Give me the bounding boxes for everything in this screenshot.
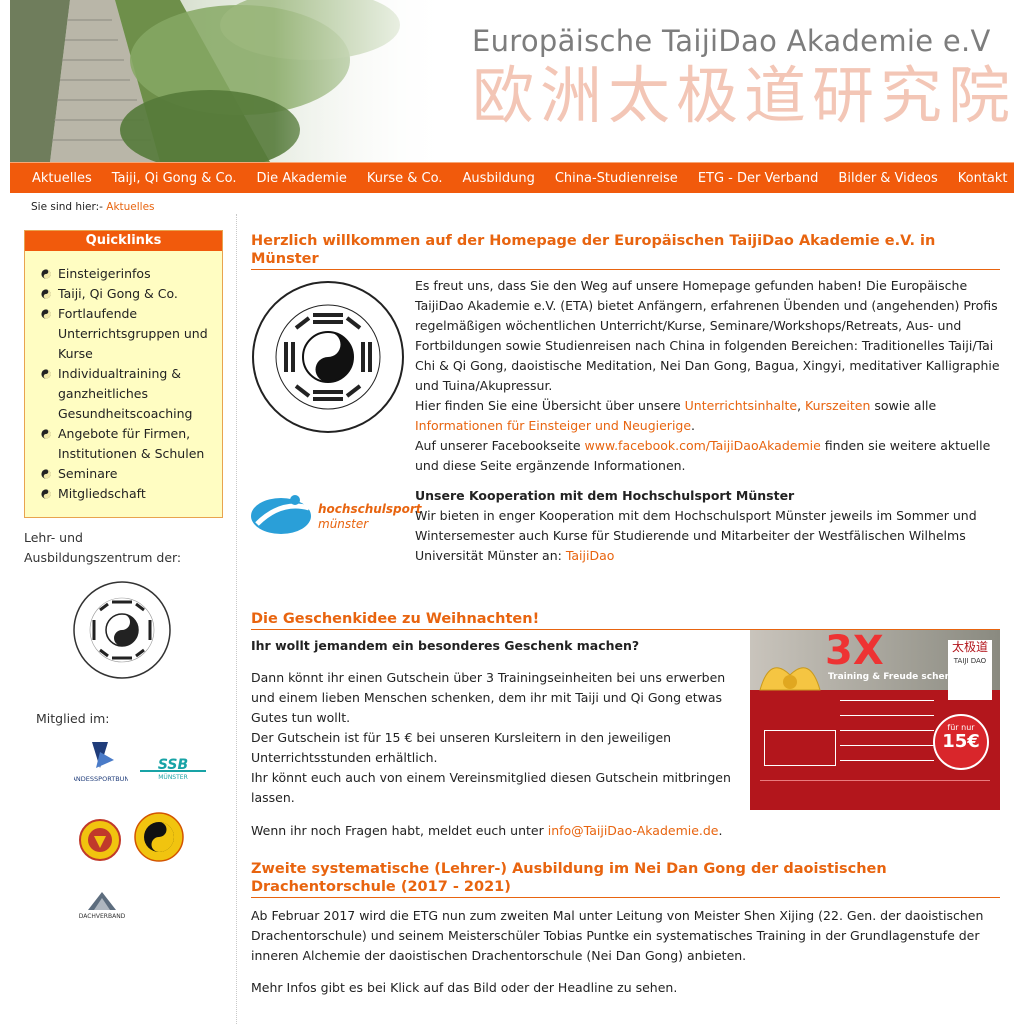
site-header: Europäische TaijiDao Akademie e.V 欧洲太极道研…	[10, 0, 1014, 162]
facebook-paragraph: Auf unserer Facebookseite www.facebook.c…	[415, 436, 1000, 476]
facebook-link[interactable]: www.facebook.com/TaijiDaoAkademie	[585, 438, 821, 453]
quicklink-label: Taiji, Qi Gong & Co.	[58, 286, 178, 301]
gift-paragraph: Dann könnt ihr einen Gutschein über 3 Tr…	[251, 670, 726, 725]
nav-item-etg-verband[interactable]: ETG - Der Verband	[688, 171, 829, 186]
quicklink-item[interactable]: Einsteigerinfos	[39, 264, 222, 284]
main-content: Herzlich willkommen auf der Homepage der…	[251, 232, 1000, 998]
hochschulsport-logo-text: hochschulsport	[318, 502, 422, 516]
intro-text: .	[691, 418, 696, 433]
yin-yang-bullet-icon	[41, 289, 51, 299]
intro-headline[interactable]: Herzlich willkommen auf der Homepage der…	[251, 232, 1000, 270]
voucher-brand: TAIJI DAO	[953, 657, 987, 665]
training-more-info: Mehr Infos gibt es bei Klick auf das Bil…	[251, 980, 678, 995]
hochschulsport-swoosh-icon	[251, 495, 311, 534]
nav-item-kurse[interactable]: Kurse & Co.	[357, 171, 453, 186]
taijidao-link[interactable]: TaijiDao	[566, 548, 615, 563]
yin-yang-bullet-icon	[41, 429, 51, 439]
nav-item-akademie[interactable]: Die Akademie	[246, 171, 356, 186]
dachverband-budotechniken-logo[interactable]: DACHVERBAND	[76, 890, 128, 926]
yin-yang-bullet-icon	[41, 269, 51, 279]
voucher-price-badge: für nur 15€	[933, 714, 989, 770]
voucher-image[interactable]: 3X 太极道 TAIJI DAO Training & Freude schen…	[750, 630, 1000, 810]
site-title: Europäische TaijiDao Akademie e.V	[472, 24, 991, 58]
center-label: Lehr- und Ausbildungszentrum der:	[24, 530, 182, 565]
nav-item-kontakt[interactable]: Kontakt	[948, 171, 1018, 186]
nav-item-bilder-videos[interactable]: Bilder & Videos	[828, 171, 947, 186]
quicklink-item[interactable]: Fortlaufende Unterrichtsgruppen und Kurs…	[39, 304, 222, 364]
coop-paragraph: Wir bieten in enger Kooperation mit dem …	[415, 506, 1000, 566]
breadcrumb-prefix: Sie sind hier:-	[31, 201, 103, 213]
quicklink-label: Einsteigerinfos	[58, 266, 151, 281]
coop-text: Wir bieten in enger Kooperation mit dem …	[415, 508, 977, 563]
stadtsportbund-muenster-logo[interactable]: SSB MÜNSTER	[138, 755, 208, 781]
quicklinks-title: Quicklinks	[25, 231, 222, 251]
kurszeiten-link[interactable]: Kurszeiten	[805, 398, 870, 413]
yin-yang-bullet-icon	[41, 309, 51, 319]
site-title-chinese: 欧洲太极道研究院	[472, 59, 1014, 132]
hochschulsport-logo[interactable]: hochschulsport münster	[251, 494, 422, 538]
intro-links-paragraph: Hier finden Sie eine Übersicht über unse…	[415, 396, 1000, 436]
yin-yang-bullet-icon	[41, 369, 51, 379]
quicklink-item[interactable]: Taiji, Qi Gong & Co.	[39, 284, 222, 304]
quicklink-item[interactable]: Mitgliedschaft	[39, 484, 222, 504]
breadcrumb: Sie sind hier:- Aktuelles	[31, 201, 155, 213]
intro-text: Hier finden Sie eine Übersicht über unse…	[415, 398, 685, 413]
quicklinks-box: Quicklinks Einsteigerinfos Taiji, Qi Gon…	[24, 230, 223, 518]
yin-yang-bullet-icon	[41, 469, 51, 479]
member-label: Mitglied im:	[36, 711, 110, 726]
gift-member-paragraph: Ihr könnt euch auch von einem Vereinsmit…	[251, 770, 731, 805]
gift-contact-text: Wenn ihr noch Fragen habt, meldet euch u…	[251, 823, 548, 838]
header-photo-stairs	[10, 0, 450, 162]
unterrichtsinhalte-link[interactable]: Unterrichtsinhalte	[685, 398, 797, 413]
main-navigation: Aktuelles Taiji, Qi Gong & Co. Die Akade…	[10, 162, 1014, 193]
gift-headline[interactable]: Die Geschenkidee zu Weihnachten!	[251, 610, 1000, 630]
quicklink-label: Angebote für Firmen, Institutionen & Sch…	[58, 426, 205, 461]
voucher-brand-box: 太极道 TAIJI DAO	[948, 640, 992, 700]
gift-ribbon-icon	[759, 667, 821, 691]
kungfu-verband-nrw-logo[interactable]	[134, 812, 184, 862]
gift-question: Ihr wollt jemandem ein besonderes Gesche…	[251, 638, 640, 653]
voucher-brand-cn: 太极道	[951, 640, 988, 654]
voucher-big-text: 3X	[825, 630, 884, 674]
hochschulsport-logo-subtext: münster	[318, 517, 369, 531]
yin-yang-bullet-icon	[41, 489, 51, 499]
gift-price-paragraph: Der Gutschein ist für 15 € bei unseren K…	[251, 730, 672, 765]
training-headline[interactable]: Zweite systematische (Lehrer-) Ausbildun…	[251, 860, 1000, 898]
einsteiger-info-link[interactable]: Informationen für Einsteiger und Neugier…	[415, 418, 691, 433]
voucher-form-lines	[840, 692, 934, 762]
quicklink-label: Mitgliedschaft	[58, 486, 146, 501]
quicklink-label: Individualtraining & ganzheitliches Gesu…	[58, 366, 193, 421]
quicklink-item[interactable]: Angebote für Firmen, Institutionen & Sch…	[39, 424, 222, 464]
coop-title: Unsere Kooperation mit dem Hochschulspor…	[415, 488, 795, 503]
akademie-logo	[252, 281, 404, 433]
voucher-date-table	[764, 730, 836, 766]
voucher-subtitle: Training & Freude schenken	[828, 672, 970, 682]
nav-item-aktuelles[interactable]: Aktuelles	[10, 171, 102, 186]
quicklink-item[interactable]: Individualtraining & ganzheitliches Gesu…	[39, 364, 222, 424]
voucher-fineprint	[760, 780, 990, 803]
intro-text: sowie alle	[870, 398, 937, 413]
gift-contact-paragraph: Wenn ihr noch Fragen habt, meldet euch u…	[251, 821, 736, 841]
column-divider	[236, 214, 237, 1024]
svg-text:LANDESSPORTBUND: LANDESSPORTBUND	[74, 775, 128, 783]
wushu-verband-logo[interactable]	[78, 818, 122, 864]
taijidao-gesellschaft-logo[interactable]	[72, 580, 172, 680]
breadcrumb-current-link[interactable]: Aktuelles	[106, 201, 154, 213]
gift-contact-text: .	[718, 823, 723, 838]
quicklink-item[interactable]: Seminare	[39, 464, 222, 484]
nav-item-ausbildung[interactable]: Ausbildung	[452, 171, 544, 186]
intro-text: Auf unserer Facebookseite	[415, 438, 585, 453]
svg-text:MÜNSTER: MÜNSTER	[158, 774, 188, 781]
training-paragraph: Ab Februar 2017 wird die ETG nun zum zwe…	[251, 908, 984, 963]
intro-text: ,	[797, 398, 806, 413]
voucher-price: 15€	[942, 731, 980, 752]
nav-item-taiji[interactable]: Taiji, Qi Gong & Co.	[102, 171, 247, 186]
email-link[interactable]: info@TaijiDao-Akademie.de	[548, 823, 719, 838]
svg-text:DACHVERBAND: DACHVERBAND	[79, 913, 126, 920]
nav-item-china-studienreise[interactable]: China-Studienreise	[545, 171, 688, 186]
landessportbund-logo[interactable]: LANDESSPORTBUND	[74, 738, 128, 788]
quicklink-label: Fortlaufende Unterrichtsgruppen und Kurs…	[58, 306, 208, 361]
quicklink-label: Seminare	[58, 466, 118, 481]
intro-paragraph: Es freut uns, dass Sie den Weg auf unser…	[415, 278, 1000, 393]
